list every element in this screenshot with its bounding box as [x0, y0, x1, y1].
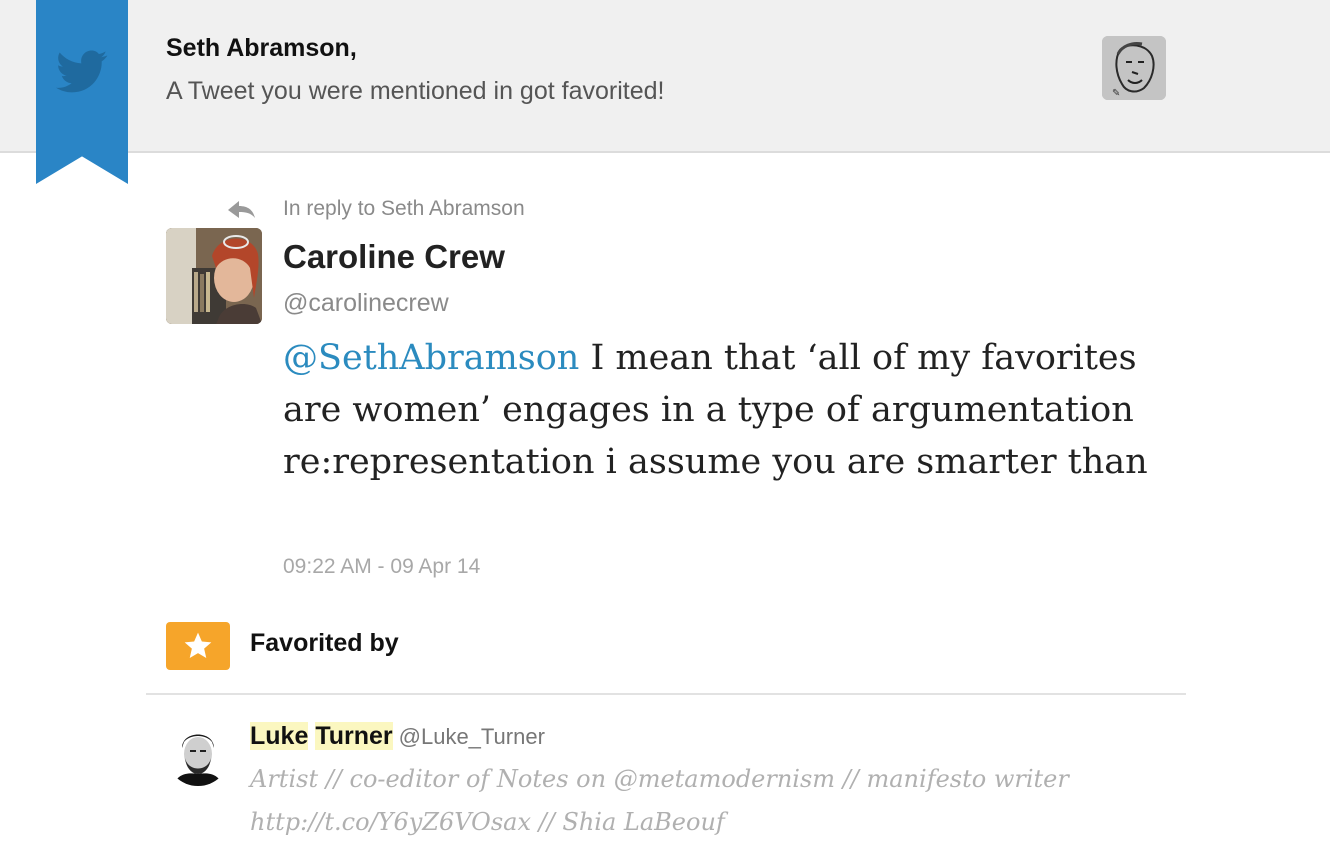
- svg-text:✎: ✎: [1112, 88, 1120, 99]
- notification-header: Seth Abramson, A Tweet you were mentione…: [0, 0, 1330, 153]
- favoriting-user-avatar[interactable]: [166, 722, 230, 786]
- favorite-badge: [166, 622, 230, 670]
- notification-message: A Tweet you were mentioned in got favori…: [166, 77, 665, 105]
- author-handle[interactable]: @carolinecrew: [283, 289, 449, 318]
- tweet-timestamp[interactable]: 09:22 AM - 09 Apr 14: [283, 555, 480, 579]
- author-name[interactable]: Caroline Crew: [283, 238, 505, 276]
- reply-arrow-icon: [228, 201, 255, 218]
- star-icon: [184, 632, 212, 658]
- author-avatar[interactable]: [166, 228, 262, 324]
- twitter-bird-icon: [56, 50, 108, 93]
- section-divider: [146, 693, 1186, 695]
- user-last-name: Turner: [315, 722, 393, 750]
- twitter-ribbon: [36, 0, 128, 184]
- favorited-by-title: Favorited by: [250, 629, 399, 657]
- user-handle[interactable]: @Luke_Turner: [399, 724, 545, 749]
- in-reply-to-label[interactable]: In reply to Seth Abramson: [283, 197, 525, 221]
- recipient-name: Seth Abramson,: [166, 34, 357, 62]
- user-first-name: Luke: [250, 722, 309, 750]
- user-bio: Artist // co-editor of Notes on @metamod…: [250, 765, 1069, 836]
- tweet-mention-link[interactable]: @SethAbramson: [283, 338, 579, 378]
- favoriting-user[interactable]: Luke Turner @Luke_Turner: [250, 722, 545, 751]
- tweet-text: @SethAbramson I mean that ‘all of my fav…: [283, 332, 1163, 488]
- recipient-avatar[interactable]: ✎: [1102, 36, 1166, 100]
- user-name[interactable]: Luke Turner: [250, 722, 393, 750]
